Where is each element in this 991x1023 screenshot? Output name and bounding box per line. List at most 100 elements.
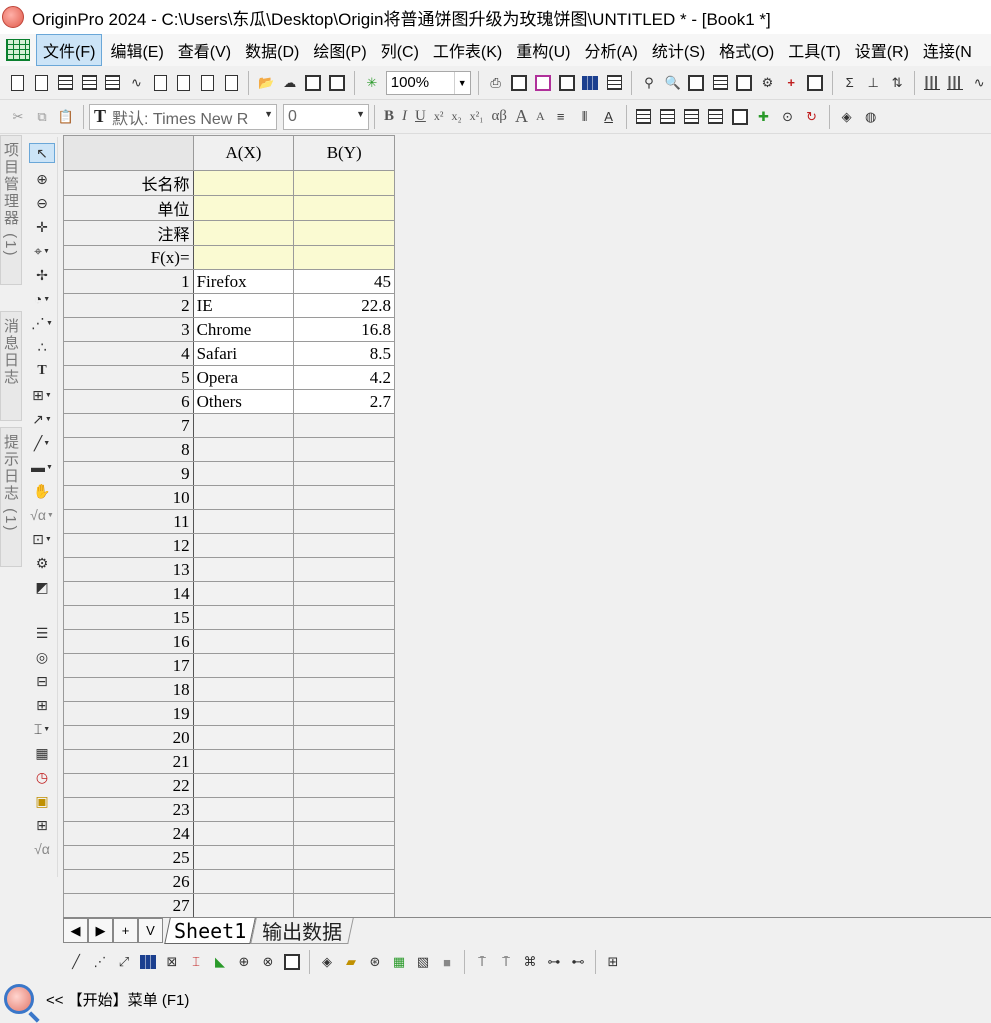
row-number[interactable]: 2 — [63, 293, 194, 318]
cell-a[interactable] — [192, 605, 295, 630]
column-header-a[interactable]: A(X) — [192, 135, 295, 171]
cell-b[interactable]: 8.5 — [293, 341, 395, 366]
row-number[interactable]: 17 — [63, 653, 194, 678]
cell-b[interactable]: 2.7 — [293, 389, 395, 414]
menu-tools[interactable]: 工具(T) — [782, 35, 846, 65]
corner-cell[interactable] — [63, 135, 194, 171]
pointer-tool-icon[interactable]: ↖ — [29, 143, 55, 163]
copy-icon[interactable]: ⧉ — [31, 106, 53, 128]
folder-tool-icon[interactable]: ▣ — [29, 791, 55, 811]
column-chart-icon[interactable] — [921, 72, 943, 94]
meta-label-long-name[interactable]: 长名称 — [63, 170, 194, 196]
row-number[interactable]: 13 — [63, 557, 194, 582]
cell-b[interactable] — [293, 797, 395, 822]
cloud-icon[interactable]: ☁ — [279, 72, 301, 94]
cell-a[interactable] — [192, 533, 295, 558]
template-icon[interactable] — [281, 951, 303, 973]
duplicate-icon[interactable] — [729, 106, 751, 128]
hand-tool-icon[interactable]: ✋ — [29, 481, 55, 501]
row-number[interactable]: 9 — [63, 461, 194, 486]
meta-cell[interactable] — [192, 195, 295, 221]
line-tool-icon[interactable]: ╱ ▼ — [29, 433, 55, 453]
meta-cell[interactable] — [192, 245, 295, 270]
row-number[interactable]: 4 — [63, 341, 194, 366]
cell-a[interactable] — [192, 869, 295, 894]
cell-b[interactable] — [293, 701, 395, 726]
new-report-icon[interactable] — [220, 72, 242, 94]
line-symbol-plot-icon[interactable]: ⤢ — [113, 951, 135, 973]
heatmap-icon[interactable]: ▧ — [412, 951, 434, 973]
insert-graph-tool-icon[interactable]: ⊡ ▼ — [29, 529, 55, 549]
statistics-icon[interactable]: ⊥ — [862, 72, 884, 94]
cell-a[interactable] — [192, 773, 295, 798]
cell-a[interactable] — [192, 749, 295, 774]
row-number[interactable]: 15 — [63, 605, 194, 630]
3d-bar-icon[interactable]: ▰ — [340, 951, 362, 973]
cell-b[interactable] — [293, 533, 395, 558]
line-plot-icon[interactable]: ╱ — [65, 951, 87, 973]
column-align-icon[interactable]: ⦀ — [574, 106, 596, 128]
new-layout-icon[interactable] — [173, 72, 195, 94]
mask-tool-icon[interactable]: ⚙ — [29, 553, 55, 573]
meta-cell[interactable] — [192, 220, 295, 246]
menu-file[interactable]: 文件(F) — [36, 34, 103, 66]
menu-reshape[interactable]: 重构(U) — [510, 35, 576, 65]
cut-icon[interactable]: ✂ — [7, 106, 29, 128]
menu-format[interactable]: 格式(O) — [713, 35, 780, 65]
cell-a[interactable] — [192, 581, 295, 606]
cell-b[interactable] — [293, 677, 395, 702]
meta-cell[interactable] — [293, 195, 395, 221]
screen-reader-icon[interactable]: ⌖ ▼ — [29, 241, 55, 261]
data-reader-icon[interactable] — [685, 72, 707, 94]
grouped-plot-icon[interactable]: ⊶ — [543, 951, 565, 973]
new-sheet-icon[interactable] — [102, 72, 124, 94]
row-number[interactable]: 1 — [63, 269, 194, 294]
cell-b[interactable] — [293, 413, 395, 438]
cell-a[interactable] — [192, 797, 295, 822]
row-number[interactable]: 8 — [63, 437, 194, 462]
insert-table-icon[interactable] — [657, 106, 679, 128]
new-graph-icon[interactable]: ∿ — [126, 72, 148, 94]
row-number[interactable]: 22 — [63, 773, 194, 798]
find-icon[interactable]: 🔍 — [662, 72, 684, 94]
pie-plot-icon[interactable]: ⊠ — [161, 951, 183, 973]
stat-plot-icon[interactable]: ⍑ — [471, 951, 493, 973]
split-cells-icon[interactable] — [705, 106, 727, 128]
cell-a[interactable] — [192, 677, 295, 702]
cell-b[interactable] — [293, 821, 395, 846]
cell-b[interactable] — [293, 509, 395, 534]
refresh-icon[interactable]: ↻ — [801, 106, 823, 128]
clock-tool-icon[interactable]: ◷ — [29, 767, 55, 787]
cell-b[interactable] — [293, 461, 395, 486]
data-reader-tool-icon[interactable]: ✢ — [29, 265, 55, 285]
command-window-icon[interactable] — [603, 72, 625, 94]
insert-marker-icon[interactable]: ⌶ ▼ — [29, 719, 55, 739]
zoom-select[interactable]: 100% ▼ — [385, 70, 471, 95]
cell-a[interactable] — [192, 485, 295, 510]
menu-plot[interactable]: 绘图(P) — [307, 35, 372, 65]
cell-a[interactable] — [192, 437, 295, 462]
cell-b[interactable]: 4.2 — [293, 365, 395, 390]
contour-icon[interactable]: ▦ — [388, 951, 410, 973]
add-column-icon[interactable]: + — [780, 72, 802, 94]
row-number[interactable]: 16 — [63, 629, 194, 654]
cell-a[interactable]: Chrome — [192, 317, 295, 342]
image-plot-icon[interactable]: ■ — [436, 951, 458, 973]
cell-a[interactable] — [192, 845, 295, 870]
box-plot-icon[interactable]: ⌶ — [185, 951, 207, 973]
cell-b[interactable] — [293, 749, 395, 774]
row-number[interactable]: 20 — [63, 725, 194, 750]
status-text[interactable]: << 【开始】菜单 (F1) — [46, 989, 189, 1010]
meta-cell[interactable] — [293, 245, 395, 270]
chevron-down-icon[interactable]: ▼ — [453, 71, 470, 94]
row-number[interactable]: 18 — [63, 677, 194, 702]
grouped-plot-2-icon[interactable]: ⊷ — [567, 951, 589, 973]
bold-button[interactable]: B — [384, 108, 394, 125]
cell-b[interactable] — [293, 605, 395, 630]
chevron-down-icon[interactable]: ▼ — [356, 109, 365, 119]
font-size-select[interactable]: 0 ▼ — [283, 103, 369, 130]
meta-cell[interactable] — [293, 170, 395, 196]
zoom-in-tool-icon[interactable]: ⊕ — [29, 169, 55, 189]
add-sheet-button[interactable]: + — [113, 918, 138, 943]
next-sheet-button[interactable]: ▶ — [88, 918, 113, 943]
